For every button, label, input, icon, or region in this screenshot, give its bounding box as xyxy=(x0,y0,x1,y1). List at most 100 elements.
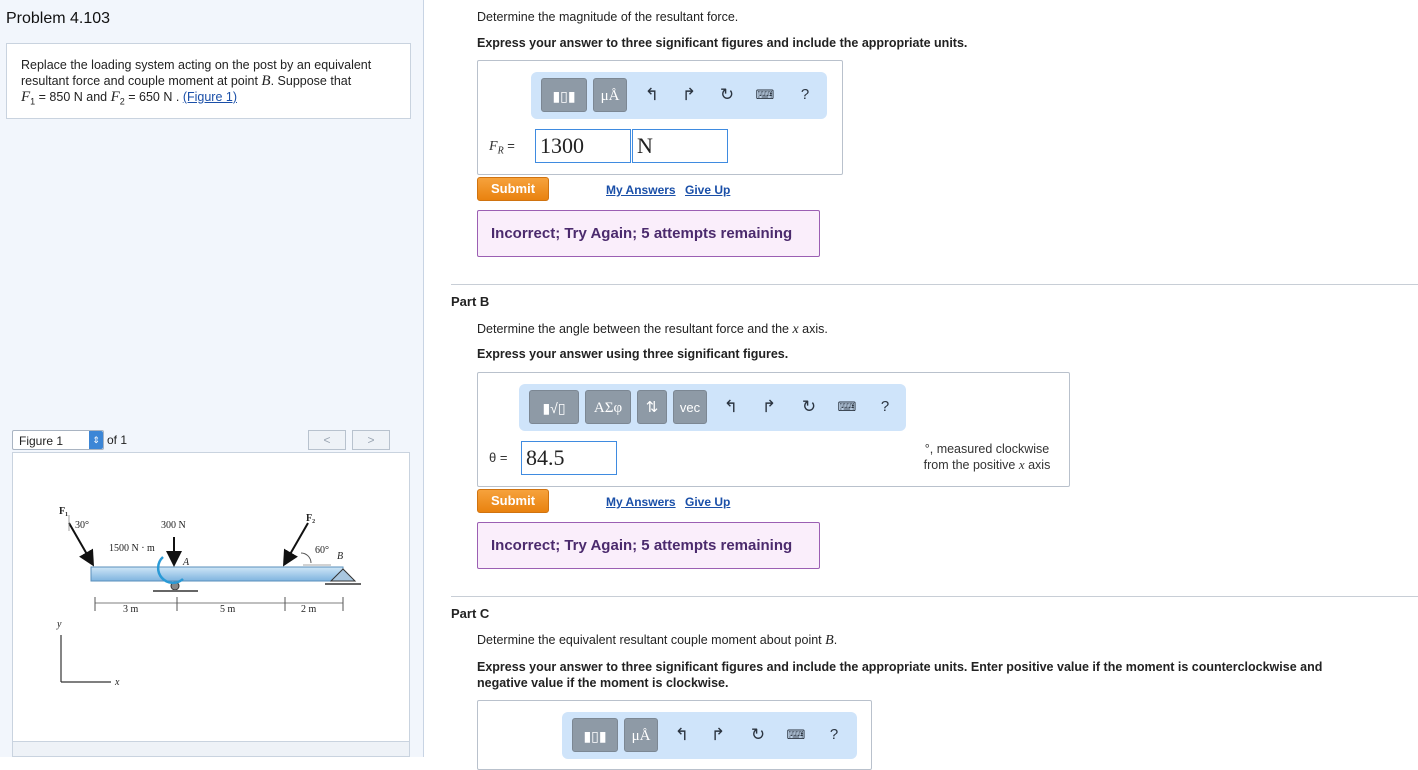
redo-icon[interactable]: ↱ xyxy=(706,720,730,750)
fr-label: FR = xyxy=(489,138,515,157)
part-c-instruction-line-2: negative value if the moment is clockwis… xyxy=(477,676,729,690)
arrows-button[interactable]: ⇅ xyxy=(637,390,667,424)
point-b-symbol: B xyxy=(825,633,834,648)
theta-value-input[interactable]: 84.5 xyxy=(521,441,617,475)
part-b-answer-box: ▮√▯ ΑΣφ ⇅ vec ↰ ↱ ↻ ⌨ ? θ = 84.5 °, meas… xyxy=(477,372,1070,487)
dimension-2m: 2 m xyxy=(301,604,317,615)
part-b-prompt-text: axis. xyxy=(798,322,828,336)
keyboard-icon[interactable]: ⌨ xyxy=(835,392,859,422)
undo-icon[interactable]: ↰ xyxy=(719,392,743,422)
units-button[interactable]: μÅ xyxy=(593,78,627,112)
beam xyxy=(90,566,344,582)
part-c-instruction-line-1: Express your answer to three significant… xyxy=(477,660,1323,674)
part-c-prompt: Determine the equivalent resultant coupl… xyxy=(477,633,837,649)
fr-value-input[interactable]: 1300 xyxy=(535,129,631,163)
f1-value: = 850 N and xyxy=(35,90,111,104)
part-b-feedback: Incorrect; Try Again; 5 attempts remaini… xyxy=(477,522,820,569)
undo-icon[interactable]: ↰ xyxy=(670,720,694,750)
fr-symbol: F xyxy=(489,139,498,154)
reset-icon[interactable]: ↻ xyxy=(746,720,770,750)
reset-icon[interactable]: ↻ xyxy=(797,392,821,422)
templates-icon: ▮▯▮ xyxy=(552,88,576,104)
sqrt-template-icon: ▮√▯ xyxy=(542,400,566,416)
figure-select[interactable]: Figure 1 ⇕ xyxy=(12,430,104,450)
dimension-5m: 5 m xyxy=(220,604,236,615)
f2-value: = 650 N . xyxy=(124,90,183,104)
dimension-3m: 3 m xyxy=(123,604,139,615)
figure-display: F₁ 30° 300 N 1500 N · m A F₂ 60° B 3 m 5… xyxy=(12,452,410,742)
fr-unit-input[interactable]: N xyxy=(632,129,728,163)
point-a-label: A xyxy=(183,557,190,568)
templates-button[interactable]: ▮√▯ xyxy=(529,390,579,424)
templates-button[interactable]: ▮▯▮ xyxy=(541,78,587,112)
problem-panel: Problem 4.103 Replace the loading system… xyxy=(0,0,424,757)
part-c-title: Part C xyxy=(451,606,490,621)
problem-statement: Replace the loading system acting on the… xyxy=(6,43,411,119)
part-c-instruction: Express your answer to three significant… xyxy=(477,659,1377,691)
point-b-label: B xyxy=(337,551,344,562)
theta-unit-note: °, measured clockwise from the positive … xyxy=(912,442,1062,473)
units-button[interactable]: μÅ xyxy=(624,718,658,752)
part-b-title: Part B xyxy=(451,294,490,309)
part-b-my-answers-link[interactable]: My Answers xyxy=(606,495,676,509)
y-axis-label: y xyxy=(57,619,62,630)
help-button[interactable]: ? xyxy=(873,392,897,422)
part-b-submit-button[interactable]: Submit xyxy=(477,489,549,513)
redo-icon[interactable]: ↱ xyxy=(677,80,701,110)
force-300-label: 300 N xyxy=(161,520,186,531)
f2-label: F₂ xyxy=(306,513,316,524)
reset-icon[interactable]: ↻ xyxy=(715,80,739,110)
vector-button[interactable]: vec xyxy=(673,390,707,424)
statement-text: . Suppose that xyxy=(270,74,352,88)
f2-arrow xyxy=(283,522,309,567)
part-a-instruction: Express your answer to three significant… xyxy=(477,36,968,50)
templates-button[interactable]: ▮▯▮ xyxy=(572,718,618,752)
part-c-toolbar: ▮▯▮ μÅ ↰ ↱ ↻ ⌨ ? xyxy=(562,712,857,759)
figure-next-button[interactable]: > xyxy=(352,430,390,450)
f1-symbol: F xyxy=(21,89,31,105)
moment-label: 1500 N · m xyxy=(109,543,155,554)
figure-link[interactable]: (Figure 1) xyxy=(183,90,237,104)
part-c-answer-box: ▮▯▮ μÅ ↰ ↱ ↻ ⌨ ? xyxy=(477,700,872,770)
part-c-prompt-text: . xyxy=(833,633,838,647)
part-b-give-up-link[interactable]: Give Up xyxy=(685,495,730,509)
templates-icon: ▮▯▮ xyxy=(583,728,607,744)
theta-unit-text: axis xyxy=(1024,458,1051,472)
fr-equals: = xyxy=(503,138,515,153)
statement-text: resultant force and couple moment at poi… xyxy=(21,74,262,88)
part-b-prompt: Determine the angle between the resultan… xyxy=(477,322,828,338)
figure-footer xyxy=(12,742,410,757)
statement-line-3: F1 = 850 N and F2 = 650 N . (Figure 1) xyxy=(21,89,396,110)
statement-line-2: resultant force and couple moment at poi… xyxy=(21,73,396,89)
theta-unit-line-2: from the positive x axis xyxy=(912,457,1062,473)
f1-angle-label: 30° xyxy=(75,520,89,531)
point-b-symbol: B xyxy=(261,73,271,89)
figure-count: of 1 xyxy=(107,433,128,447)
part-a-feedback: Incorrect; Try Again; 5 attempts remaini… xyxy=(477,210,820,257)
part-a-give-up-link[interactable]: Give Up xyxy=(685,183,730,197)
part-a-submit-button[interactable]: Submit xyxy=(477,177,549,201)
undo-icon[interactable]: ↰ xyxy=(640,80,664,110)
part-a-prompt: Determine the magnitude of the resultant… xyxy=(477,10,739,24)
problem-title: Problem 4.103 xyxy=(6,10,111,27)
redo-icon[interactable]: ↱ xyxy=(757,392,781,422)
figure-prev-button[interactable]: < xyxy=(308,430,346,450)
figure-select-value: Figure 1 xyxy=(19,434,64,448)
help-button[interactable]: ? xyxy=(822,720,846,750)
figure-diagram xyxy=(60,515,361,683)
part-a-toolbar: ▮▯▮ μÅ ↰ ↱ ↻ ⌨ ? xyxy=(531,72,827,119)
part-b-toolbar: ▮√▯ ΑΣφ ⇅ vec ↰ ↱ ↻ ⌨ ? xyxy=(519,384,906,431)
f2-angle-label: 60° xyxy=(315,545,329,556)
part-a-my-answers-link[interactable]: My Answers xyxy=(606,183,676,197)
part-c-prompt-text: Determine the equivalent resultant coupl… xyxy=(477,633,826,647)
keyboard-icon[interactable]: ⌨ xyxy=(784,720,808,750)
greek-button[interactable]: ΑΣφ xyxy=(585,390,631,424)
part-a-answer-box: ▮▯▮ μÅ ↰ ↱ ↻ ⌨ ? FR = 1300 N xyxy=(477,60,843,175)
part-c-divider xyxy=(451,596,1418,597)
f1-label: F₁ xyxy=(59,506,69,517)
theta-label: θ = xyxy=(489,450,508,465)
help-button[interactable]: ? xyxy=(793,80,817,110)
keyboard-icon[interactable]: ⌨ xyxy=(753,80,777,110)
select-arrow-icon: ⇕ xyxy=(89,431,103,449)
f2-symbol: F xyxy=(110,89,120,105)
